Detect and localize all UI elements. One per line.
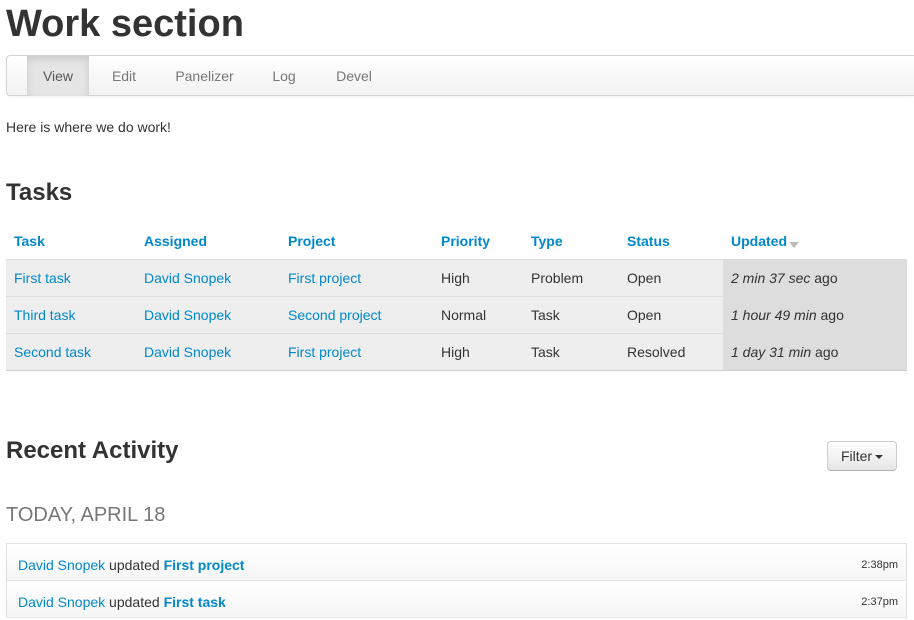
activity-target-link[interactable]: First project bbox=[164, 557, 245, 573]
column-header-task-label[interactable]: Task bbox=[14, 233, 45, 249]
task-cell: Second task bbox=[6, 333, 136, 371]
page-title: Work section bbox=[6, 3, 244, 45]
tasks-header-row: Task Assigned Project Priority Type Stat… bbox=[6, 222, 907, 260]
assigned-user-link[interactable]: David Snopek bbox=[144, 344, 231, 360]
activity-target-link[interactable]: First task bbox=[164, 594, 226, 610]
project-cell: Second project bbox=[280, 296, 433, 334]
task-cell: First task bbox=[6, 259, 136, 297]
task-link[interactable]: First task bbox=[14, 270, 71, 286]
activity-actor-link[interactable]: David Snopek bbox=[18, 594, 105, 610]
column-header-assigned-label[interactable]: Assigned bbox=[144, 233, 207, 249]
type-cell: Task bbox=[523, 333, 619, 371]
status-cell: Open bbox=[619, 296, 723, 334]
project-cell: First project bbox=[280, 259, 433, 297]
column-header-priority[interactable]: Priority bbox=[433, 222, 523, 260]
column-header-status-label[interactable]: Status bbox=[627, 233, 670, 249]
filter-button-label: Filter bbox=[840, 448, 873, 464]
activity-time: 2:38pm bbox=[861, 559, 898, 571]
status-cell: Open bbox=[619, 259, 723, 297]
column-header-project-label[interactable]: Project bbox=[288, 233, 335, 249]
updated-duration: 2 min 37 sec bbox=[731, 270, 811, 286]
activity-date-heading: Today, April 18 bbox=[6, 504, 166, 526]
assigned-cell: David Snopek bbox=[136, 333, 280, 371]
tab-view[interactable]: View bbox=[27, 56, 89, 96]
column-header-task[interactable]: Task bbox=[6, 222, 136, 260]
priority-cell: High bbox=[433, 333, 523, 371]
list-item: David Snopek updated First task 2:37pm bbox=[7, 581, 906, 618]
type-cell: Task bbox=[523, 296, 619, 334]
project-cell: First project bbox=[280, 333, 433, 371]
column-header-updated-label[interactable]: Updated bbox=[731, 233, 787, 249]
assigned-user-link[interactable]: David Snopek bbox=[144, 307, 231, 323]
tab-log[interactable]: Log bbox=[259, 56, 309, 96]
column-header-project[interactable]: Project bbox=[280, 222, 433, 260]
caret-down-icon bbox=[875, 455, 884, 460]
table-row: Third task David Snopek Second project N… bbox=[6, 296, 907, 334]
project-link[interactable]: First project bbox=[288, 344, 361, 360]
sort-descending-icon bbox=[789, 241, 799, 248]
updated-duration: 1 day 31 min bbox=[731, 344, 812, 360]
recent-activity-heading: Recent Activity bbox=[6, 437, 179, 464]
updated-suffix: ago bbox=[816, 307, 844, 323]
updated-cell: 1 day 31 min ago bbox=[723, 333, 907, 371]
status-cell: Resolved bbox=[619, 333, 723, 371]
list-item: David Snopek updated First project 2:38p… bbox=[7, 544, 906, 581]
table-row: Second task David Snopek First project H… bbox=[6, 333, 907, 371]
intro-text: Here is where we do work! bbox=[6, 119, 171, 135]
updated-duration: 1 hour 49 min bbox=[731, 307, 817, 323]
column-header-type[interactable]: Type bbox=[523, 222, 619, 260]
updated-cell: 2 min 37 sec ago bbox=[723, 259, 907, 297]
page: Work section View Edit Panelizer Log Dev… bbox=[0, 0, 914, 620]
activity-list: David Snopek updated First project 2:38p… bbox=[6, 543, 907, 618]
activity-verb: updated bbox=[105, 594, 164, 610]
tasks-table: Task Assigned Project Priority Type Stat… bbox=[6, 222, 907, 371]
updated-suffix: ago bbox=[810, 270, 838, 286]
updated-cell: 1 hour 49 min ago bbox=[723, 296, 907, 334]
activity-verb: updated bbox=[105, 557, 164, 573]
project-link[interactable]: Second project bbox=[288, 307, 381, 323]
tab-devel[interactable]: Devel bbox=[323, 56, 385, 96]
type-cell: Problem bbox=[523, 259, 619, 297]
assigned-user-link[interactable]: David Snopek bbox=[144, 270, 231, 286]
assigned-cell: David Snopek bbox=[136, 259, 280, 297]
priority-cell: Normal bbox=[433, 296, 523, 334]
filter-dropdown-button[interactable]: Filter bbox=[827, 441, 897, 471]
activity-time: 2:37pm bbox=[861, 596, 898, 608]
table-row: First task David Snopek First project Hi… bbox=[6, 259, 907, 297]
column-header-type-label[interactable]: Type bbox=[531, 233, 563, 249]
project-link[interactable]: First project bbox=[288, 270, 361, 286]
column-header-assigned[interactable]: Assigned bbox=[136, 222, 280, 260]
task-cell: Third task bbox=[6, 296, 136, 334]
activity-actor-link[interactable]: David Snopek bbox=[18, 557, 105, 573]
tab-bar: View Edit Panelizer Log Devel bbox=[6, 55, 914, 96]
column-header-updated[interactable]: Updated bbox=[723, 222, 907, 260]
tab-panelizer[interactable]: Panelizer bbox=[162, 56, 247, 96]
tasks-heading: Tasks bbox=[6, 179, 73, 206]
updated-suffix: ago bbox=[811, 344, 839, 360]
task-link[interactable]: Third task bbox=[14, 307, 75, 323]
assigned-cell: David Snopek bbox=[136, 296, 280, 334]
task-link[interactable]: Second task bbox=[14, 344, 91, 360]
column-header-priority-label[interactable]: Priority bbox=[441, 233, 490, 249]
priority-cell: High bbox=[433, 259, 523, 297]
tab-edit[interactable]: Edit bbox=[99, 56, 149, 96]
column-header-status[interactable]: Status bbox=[619, 222, 723, 260]
